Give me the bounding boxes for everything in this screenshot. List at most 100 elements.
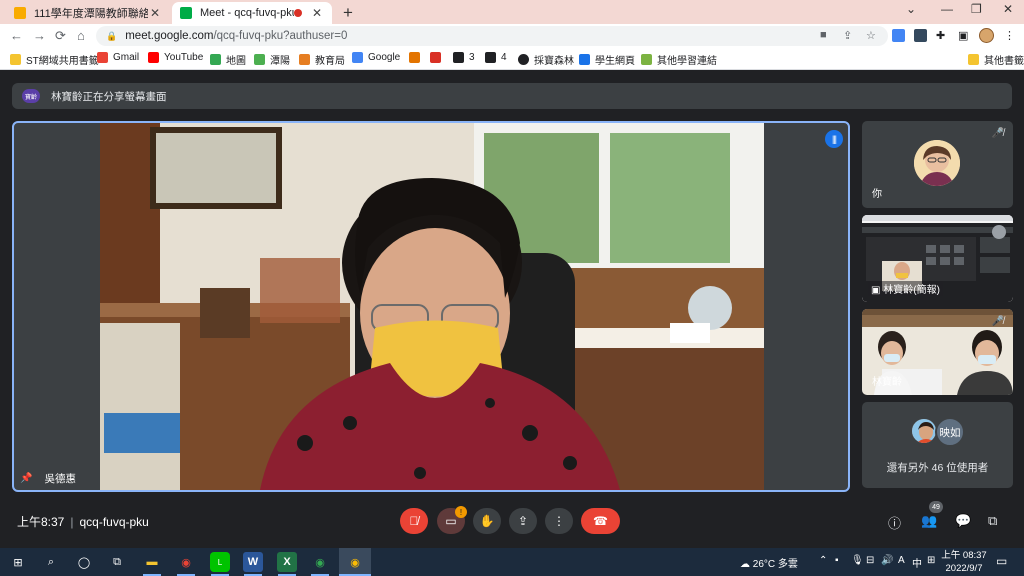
present-icon: ⇪ [517,514,529,528]
extensions-puzzle-icon[interactable]: ✚ [936,29,945,42]
speaker-video [100,123,764,490]
search-icon[interactable]: ⌕ [41,552,61,572]
bookmark-education-bureau[interactable]: 教育局 [299,52,345,67]
minimize-icon[interactable]: — [941,2,953,16]
network-icon[interactable]: ⊟ [866,555,874,566]
bookmark-youtube[interactable]: YouTube [148,52,203,63]
mic-tray-icon[interactable]: 🎙 [851,555,864,566]
tab-meet[interactable]: Meet - qcq-fuvq-pku ✕ [172,2,332,24]
bookmark-gmail[interactable]: Gmail [97,52,139,63]
learning-site-icon [641,54,652,65]
windows-start-icon[interactable]: ⊞ [8,552,28,572]
bookmark-star-icon[interactable]: ☆ [866,29,876,42]
new-tab-button[interactable]: + [343,3,353,23]
youtube-icon [148,52,159,63]
lock-icon[interactable]: 🔒 [106,31,117,42]
bookmark-st-shared[interactable]: ST網域共用書籤 [10,52,99,67]
bookmark-4[interactable]: 4 [485,52,507,63]
forward-icon[interactable]: → [33,28,46,43]
pin-icon[interactable]: 📌 [20,473,32,484]
bookmark-3[interactable]: 3 [453,52,475,63]
participant-tile-presentation[interactable]: ▣ 林寶齡(簡報) [862,215,1013,302]
close-window-icon[interactable]: ✕ [1003,2,1013,16]
tab-close-icon[interactable]: ✕ [148,6,162,20]
present-screen-button[interactable]: ⇪ [509,508,537,534]
leave-call-button[interactable]: ☎ [581,508,620,534]
chat-icon[interactable]: 💬 [955,513,971,529]
chrome-active-window-icon[interactable]: ◉ [339,548,371,576]
tab-close-icon[interactable]: ✕ [310,6,324,20]
side-panel-icon[interactable]: ▣ [958,29,968,42]
bookmark-orange-site[interactable] [409,52,425,63]
bureau-logo-icon [299,54,310,65]
address-bar[interactable]: 🔒 meet.google.com/qcq-fuvq-pku?authuser=… [96,26,888,46]
tab-title: Meet - qcq-fuvq-pku [200,7,294,19]
participant-tile-you[interactable]: 🎤̸ 你 [862,121,1013,208]
notification-center-icon[interactable]: ▭ [996,554,1007,568]
bookmark-google[interactable]: Google [352,52,400,63]
cortana-icon[interactable]: ◯ [74,552,94,572]
maximize-icon[interactable]: ❐ [971,2,982,16]
classroom-favicon-icon [14,7,26,19]
tab-search-icon[interactable]: ⌄ [906,2,916,16]
bookmark-treasure-forest[interactable]: 採寶森林 [518,52,574,67]
word-icon[interactable]: W [243,552,263,572]
speaking-indicator-icon: ||| [825,130,843,148]
taskbar-clock[interactable]: 上午 08:37 2022/9/7 [940,549,988,575]
microphone-toggle-button[interactable]: 🎙̸ [400,508,428,534]
activities-icon[interactable]: ⧉ [988,513,997,529]
main-video-tile[interactable]: ||| 📌 吳德惠 [12,121,850,492]
people-count-badge: 49 [929,501,943,513]
weather-widget[interactable]: ☁ 26°C 多雲 [740,555,798,570]
volume-icon[interactable]: 🔊 [881,555,893,566]
presentation-banner-text: 林寶齡正在分享螢幕畫面 [51,90,167,103]
chrome-icon[interactable]: ◉ [176,552,196,572]
meeting-details-icon[interactable]: ⓘ [888,513,901,532]
self-avatar-image [914,140,960,186]
dark-site-icon [453,52,464,63]
raise-hand-button[interactable]: ✋ [473,508,501,534]
hand-icon: ✋ [479,514,495,528]
participant-tile-lin[interactable]: 🎤̸ 林寶齡 [862,309,1013,395]
bookmark-tanyang[interactable]: 潭陽 [254,52,290,67]
excel-icon[interactable]: X [277,552,297,572]
file-explorer-icon[interactable]: ▬ [142,552,162,572]
profile-avatar[interactable] [979,28,994,43]
bookmark-student-pages[interactable]: 學生網頁 [579,52,635,67]
bookmark-red-site[interactable] [430,52,446,63]
people-icon[interactable]: 👥 [921,513,937,529]
meeting-time: 上午8:37 [17,515,65,529]
menu-kebab-icon[interactable]: ⋮ [1004,29,1015,42]
back-icon[interactable]: ← [10,28,23,43]
bookmark-other-folder[interactable]: 其他書籤 [968,52,1024,67]
mic-off-icon: 🎙̸ [409,514,419,528]
extension-grid-icon[interactable] [892,29,905,42]
tab-strip: 111學年度潭陽教師聯絡教室 ✕ Meet - qcq-fuvq-pku ✕ +… [0,0,1024,24]
ime-indicator[interactable]: 中 [912,555,922,570]
google-icon [352,52,363,63]
bookmark-other-learning[interactable]: 其他學習連結 [641,52,717,67]
tab-teacher-classroom[interactable]: 111學年度潭陽教師聯絡教室 ✕ [6,2,170,24]
share-icon[interactable]: ⇪ [843,29,852,42]
tray-overflow-icon[interactable]: ⌃ [819,555,827,566]
ime-mode-icon[interactable]: ⊞ [927,555,935,566]
maps-icon [210,54,221,65]
language-icon[interactable]: A [898,555,905,566]
taskbar-time: 上午 08:37 [941,550,987,561]
chrome-profile-icon[interactable]: ◉ [310,552,330,572]
task-view-icon[interactable]: ⧉ [107,552,127,572]
meeting-code[interactable]: qcq-fuvq-pku [79,515,148,529]
others-tile[interactable]: 映如 還有另外 46 位使用者 [862,402,1013,488]
presentation-label: ▣ 林寶齡(簡報) [868,281,943,296]
bookmark-maps[interactable]: 地圖 [210,52,246,67]
reload-icon[interactable]: ⟳ [55,28,66,44]
camera-in-use-icon[interactable]: ■ [820,29,827,41]
more-options-button[interactable]: ⋮ [545,508,573,534]
self-avatar [914,140,960,186]
line-app-icon[interactable]: L [210,552,230,572]
main-speaker-nameplate: 📌 吳德惠 [20,471,76,486]
mic-off-icon: 🎤̸ [991,128,1004,139]
home-icon[interactable]: ⌂ [77,28,85,43]
extension-screen-icon[interactable] [914,29,927,42]
camera-tray-icon[interactable]: ▪ [835,555,839,566]
